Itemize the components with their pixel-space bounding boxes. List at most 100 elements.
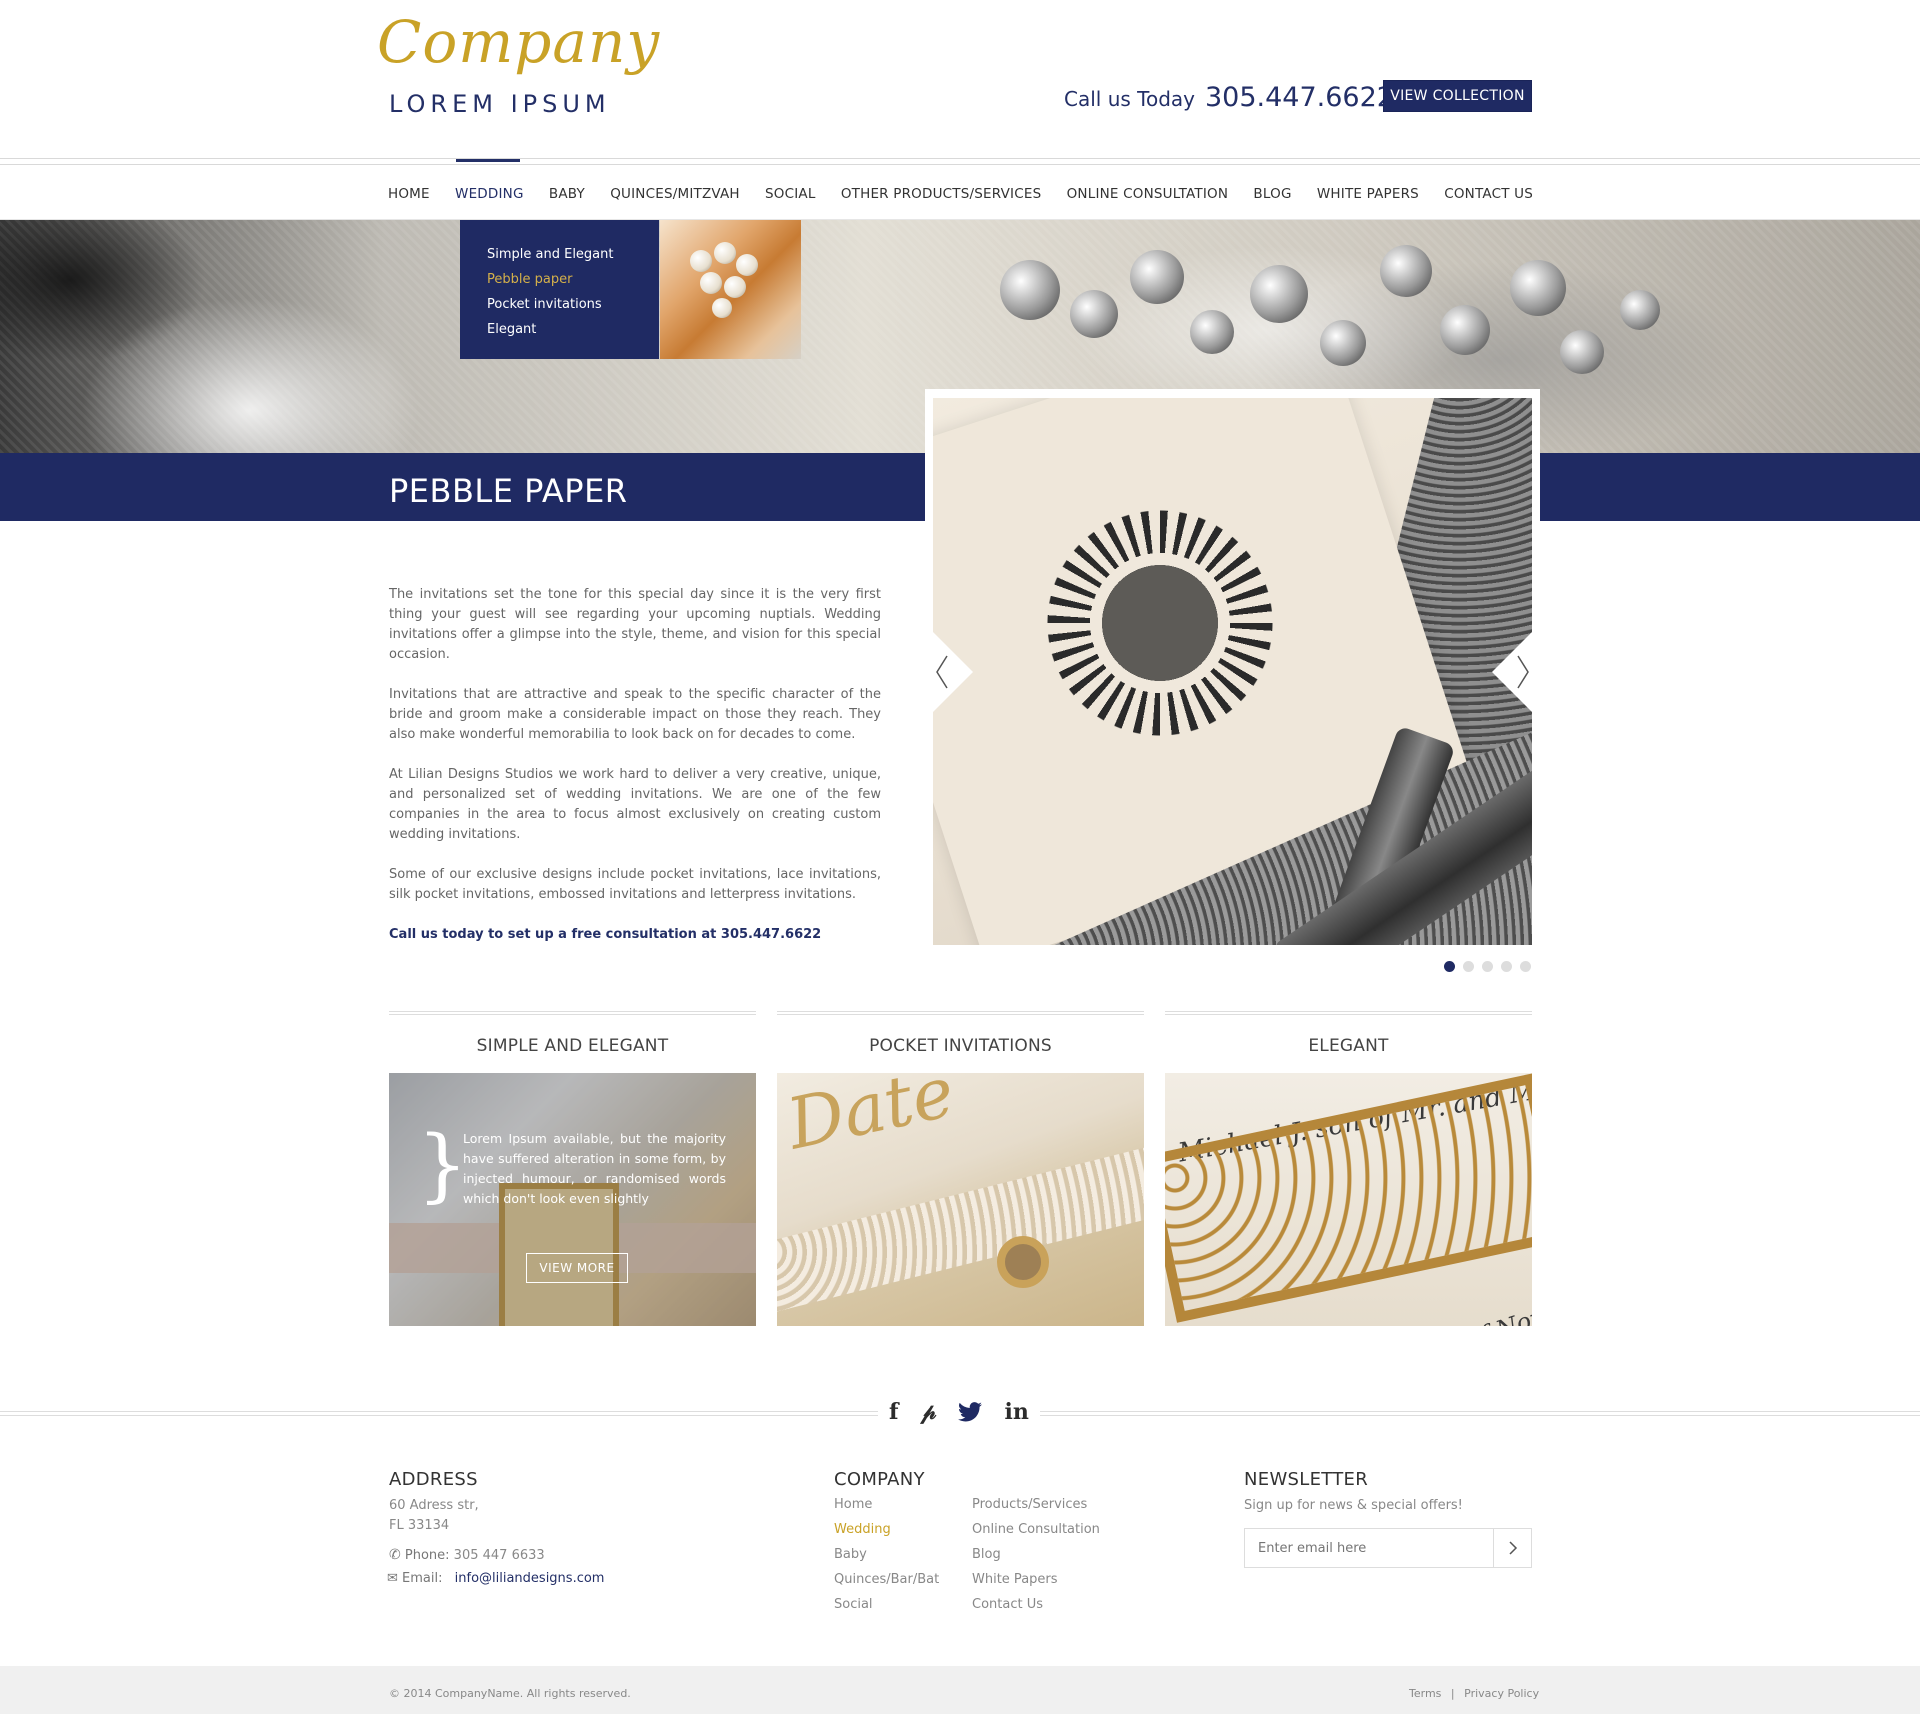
footer-link-online-consultation[interactable]: Online Consultation [972,1517,1100,1542]
pearl-decoration [700,272,722,294]
pearl-decoration [724,276,746,298]
dropdown-preview-image [660,220,801,359]
header-divider [0,158,1920,159]
logo-script[interactable]: Company [377,8,660,76]
address-line: 60 Adress str, [389,1498,479,1513]
dropdown-item-simple-elegant[interactable]: Simple and Elegant [487,242,659,267]
legal-separator: | [1450,1687,1455,1700]
slider-dot[interactable] [1444,961,1455,972]
page-content: The invitations set the tone for this sp… [389,585,881,965]
slider-dot[interactable] [1501,961,1512,972]
nav-item-home[interactable]: HOME [388,186,430,202]
company-heading: COMPANY [834,1469,925,1490]
address-line: FL 33134 [389,1518,450,1533]
email-label: Email: [402,1571,443,1586]
footer-bottom-bar [0,1666,1920,1714]
feature-image-pocket-invitations[interactable]: Date [777,1073,1144,1326]
header-divider [0,164,1920,165]
footer-link-baby[interactable]: Baby [834,1542,939,1567]
wedding-dropdown-menu: Simple and Elegant Pebble paper Pocket i… [460,220,659,359]
dropdown-item-pebble-paper[interactable]: Pebble paper [487,267,659,292]
nav-item-online-consultation[interactable]: ONLINE CONSULTATION [1067,186,1229,202]
call-number[interactable]: 305.447.6622 [1205,82,1394,113]
pearl-decoration [736,254,758,276]
lace-band [777,1143,1144,1313]
view-collection-button[interactable]: VIEW COLLECTION [1383,80,1532,112]
consultation-cta[interactable]: Call us today to set up a free consultat… [389,925,881,945]
nav-item-quinces-mitzvah[interactable]: QUINCES/MITZVAH [610,186,740,202]
terms-link[interactable]: Terms [1409,1687,1441,1700]
feature-title-simple-elegant[interactable]: SIMPLE AND ELEGANT [389,1036,756,1056]
feature-image-elegant[interactable]: Michael J. son of Mr. and Mrs. Michael a… [1165,1073,1532,1326]
pearl-decoration [690,250,712,272]
feature-title-elegant[interactable]: ELEGANT [1165,1036,1532,1056]
phone-row: ✆ Phone: 305 447 6633 [389,1545,545,1566]
slider-pagination [1444,961,1531,972]
copyright: © 2014 CompanyName. All rights reserved. [389,1687,631,1700]
twitter-icon[interactable] [958,1402,983,1422]
brooch [997,1236,1049,1288]
call-label: Call us Today [1064,87,1195,111]
nav-item-wedding[interactable]: WEDDING [455,186,524,202]
phone-icon: ✆ [389,1547,401,1563]
jewel-decoration [1620,290,1660,330]
newsletter-heading: NEWSLETTER [1244,1469,1369,1490]
feature-divider [1165,1011,1532,1015]
jewel-decoration [1380,245,1432,297]
feature-divider [389,1011,756,1015]
phone-number[interactable]: 305 447 6633 [454,1548,545,1563]
nav-item-contact-us[interactable]: CONTACT US [1444,186,1533,202]
view-more-button[interactable]: VIEW MORE [526,1253,628,1283]
dropdown-item-pocket-invitations[interactable]: Pocket invitations [487,292,659,317]
pearl-decoration [712,298,732,318]
facebook-icon[interactable]: f [889,1399,898,1425]
nav-item-white-papers[interactable]: WHITE PAPERS [1317,186,1419,202]
slider-dot[interactable] [1482,961,1493,972]
nav-item-other-products[interactable]: OTHER PRODUCTS/SERVICES [841,186,1042,202]
email-link[interactable]: info@liliandesigns.com [455,1571,605,1586]
slider-prev-arrow-icon[interactable] [933,632,977,712]
slider-dot[interactable] [1463,961,1474,972]
address-heading: ADDRESS [389,1469,478,1490]
slider-dot[interactable] [1520,961,1531,972]
script-lettering: Date [780,1073,962,1166]
jewel-decoration [1190,310,1234,354]
slider-next-arrow-icon[interactable] [1488,632,1532,712]
call-us: Call us Today 305.447.6622 [1064,82,1394,113]
footer-link-social[interactable]: Social [834,1592,939,1617]
feature-title-pocket-invitations[interactable]: POCKET INVITATIONS [777,1036,1144,1056]
logo-subtitle[interactable]: LOREM IPSUM [389,90,611,118]
mail-icon: ✉ [387,1571,398,1586]
privacy-link[interactable]: Privacy Policy [1464,1687,1539,1700]
jewel-decoration [1250,265,1308,323]
pinterest-icon[interactable]: 𝓅 [921,1399,937,1425]
content-paragraph: Invitations that are attractive and spea… [389,687,881,742]
feature-overlay-text: Lorem Ipsum available, but the majority … [463,1131,726,1206]
dropdown-item-elegant[interactable]: Elegant [487,317,659,342]
nav-item-baby[interactable]: BABY [549,186,585,202]
footer-link-products[interactable]: Products/Services [972,1492,1100,1517]
content-paragraph: The invitations set the tone for this sp… [389,587,881,662]
content-paragraph: At Lilian Designs Studios we work hard t… [389,767,881,842]
footer-link-wedding[interactable]: Wedding [834,1517,939,1542]
footer-link-contact-us[interactable]: Contact Us [972,1592,1100,1617]
main-nav: HOME WEDDING BABY QUINCES/MITZVAH SOCIAL… [388,184,1533,204]
company-links-col2: Products/Services Online Consultation Bl… [972,1492,1100,1617]
page-title: PEBBLE PAPER [389,472,628,510]
footer-link-home[interactable]: Home [834,1492,939,1517]
newsletter-submit-button[interactable] [1493,1529,1531,1567]
footer-link-quinces[interactable]: Quinces/Bar/Bat [834,1567,939,1592]
footer-link-blog[interactable]: Blog [972,1542,1100,1567]
linkedin-icon[interactable]: in [1005,1399,1029,1425]
jewel-decoration [1510,260,1566,316]
nav-item-blog[interactable]: BLOG [1253,186,1291,202]
footer-link-white-papers[interactable]: White Papers [972,1567,1100,1592]
nav-item-social[interactable]: SOCIAL [765,186,816,202]
legal-links: Terms | Privacy Policy [1409,1687,1539,1700]
feature-image-simple-elegant[interactable]: } Lorem Ipsum available, but the majorit… [389,1073,756,1326]
jewel-decoration [1130,250,1184,304]
jewel-decoration [1000,260,1060,320]
monogram-emblem [1045,508,1275,738]
newsletter-email-input[interactable] [1245,1529,1493,1567]
newsletter-form [1244,1528,1532,1568]
